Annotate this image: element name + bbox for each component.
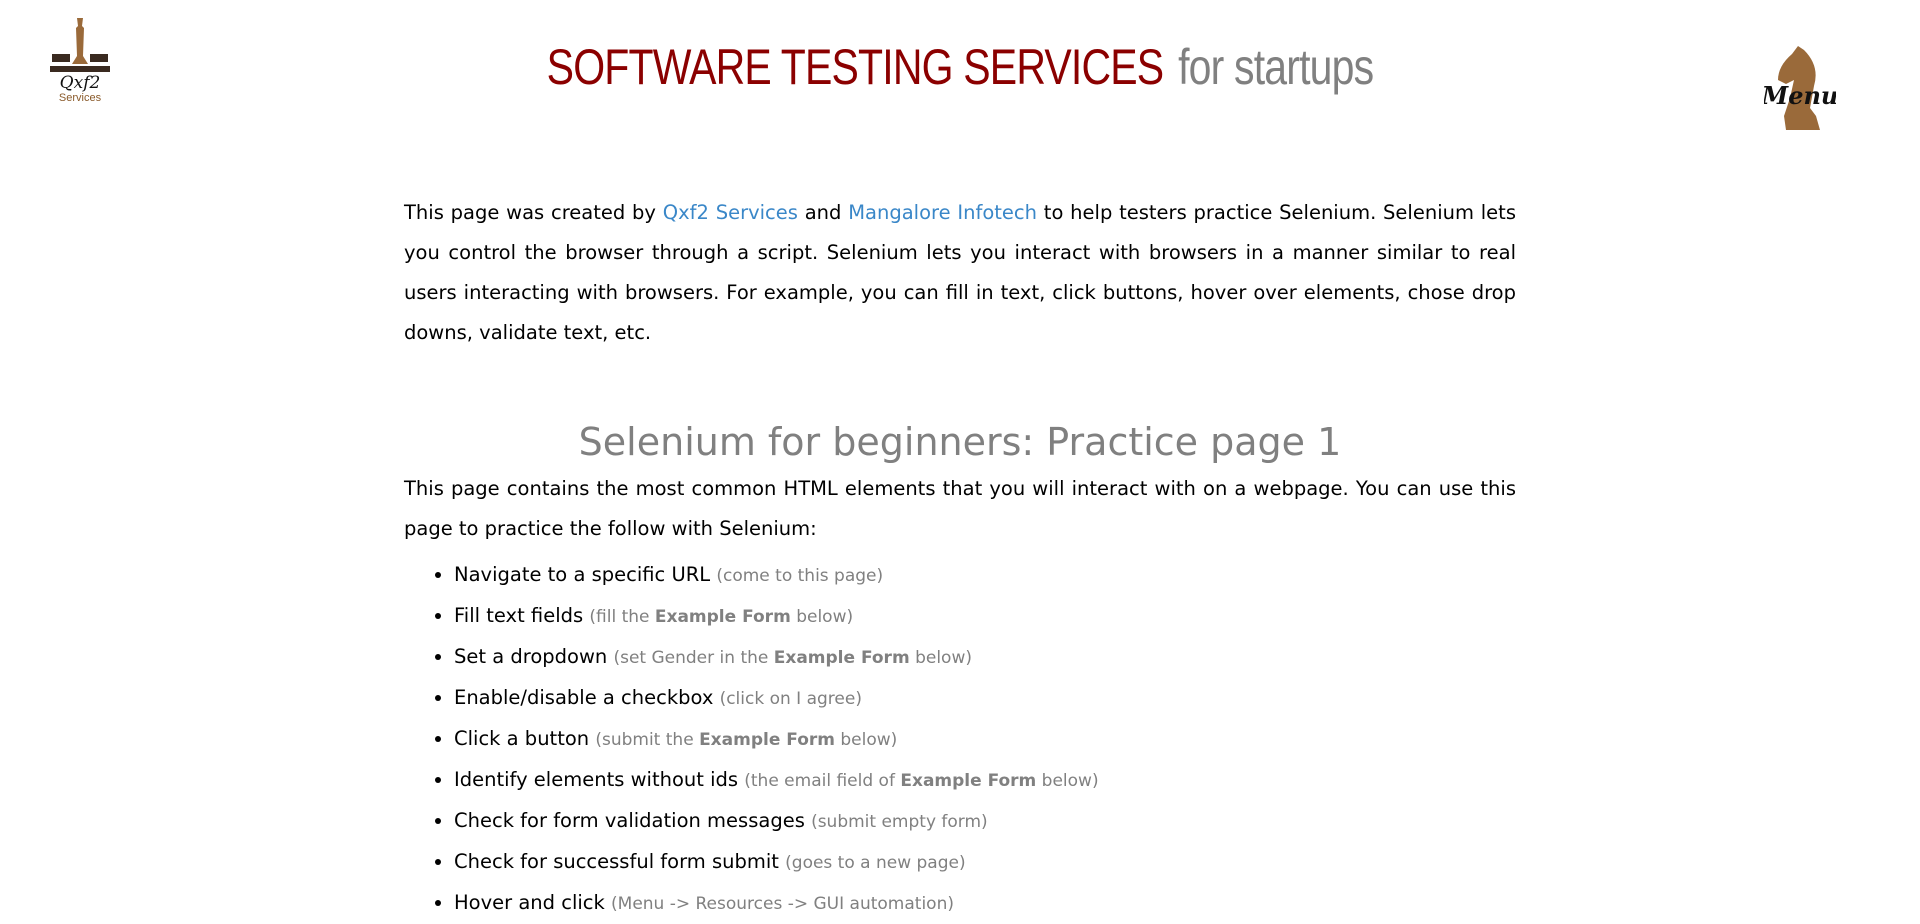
item-text: Set a dropdown (454, 645, 608, 668)
item-hint: (set Gender in the Example Form below) (613, 648, 972, 668)
svg-text:Qxf2: Qxf2 (60, 73, 101, 93)
item-text: Navigate to a specific URL (454, 563, 711, 586)
list-item: Check for form validation messages (subm… (454, 801, 1516, 842)
list-item: Set a dropdown (set Gender in the Exampl… (454, 637, 1516, 678)
list-item: Hover and click (Menu -> Resources -> GU… (454, 883, 1516, 924)
item-hint: (come to this page) (716, 566, 884, 586)
practice-list: Navigate to a specific URL (come to this… (404, 555, 1516, 924)
item-text: Click a button (454, 727, 590, 750)
list-item: Check for successful form submit (goes t… (454, 842, 1516, 883)
section-description: This page contains the most common HTML … (404, 477, 1516, 540)
item-hint: (goes to a new page) (785, 853, 966, 873)
svg-text:Services: Services (59, 92, 102, 104)
item-text: Identify elements without ids (454, 768, 739, 791)
item-hint: (fill the Example Form below) (589, 607, 854, 627)
qxf2-link[interactable]: Qxf2 Services (663, 201, 798, 224)
banner-subtitle: for startups (1178, 39, 1374, 95)
list-item: Identify elements without ids (the email… (454, 760, 1516, 801)
main-content: This page was created by Qxf2 Services a… (404, 193, 1516, 924)
item-text: Check for successful form submit (454, 850, 779, 873)
mangalore-infotech-link[interactable]: Mangalore Infotech (848, 201, 1037, 224)
item-text: Enable/disable a checkbox (454, 686, 714, 709)
item-hint: (click on I agree) (719, 689, 862, 709)
item-text: Check for form validation messages (454, 809, 805, 832)
item-hint: (the email field of Example Form below) (744, 771, 1099, 791)
section-heading: Selenium for beginners: Practice page 1 (578, 420, 1342, 464)
item-hint: (submit empty form) (811, 812, 988, 832)
banner-title: SOFTWARE TESTING SERVICES (546, 39, 1164, 95)
item-hint: (submit the Example Form below) (595, 730, 898, 750)
intro-text: This page was created by (404, 201, 663, 224)
list-item: Click a button (submit the Example Form … (454, 719, 1516, 760)
list-item: Fill text fields (fill the Example Form … (454, 596, 1516, 637)
page-banner: SOFTWARE TESTING SERVICES for startups (173, 38, 1747, 96)
intro-paragraph: This page was created by Qxf2 Services a… (404, 193, 1516, 353)
qxf2-logo[interactable]: Qxf2 Services (48, 16, 112, 106)
item-text: Hover and click (454, 891, 605, 914)
menu-label: Menu (1764, 81, 1836, 110)
menu-button[interactable]: Menu (1764, 46, 1836, 130)
item-hint: (Menu -> Resources -> GUI automation) (611, 894, 954, 914)
list-item: Navigate to a specific URL (come to this… (454, 555, 1516, 596)
intro-text: and (797, 201, 849, 224)
item-text: Fill text fields (454, 604, 584, 627)
list-item: Enable/disable a checkbox (click on I ag… (454, 678, 1516, 719)
